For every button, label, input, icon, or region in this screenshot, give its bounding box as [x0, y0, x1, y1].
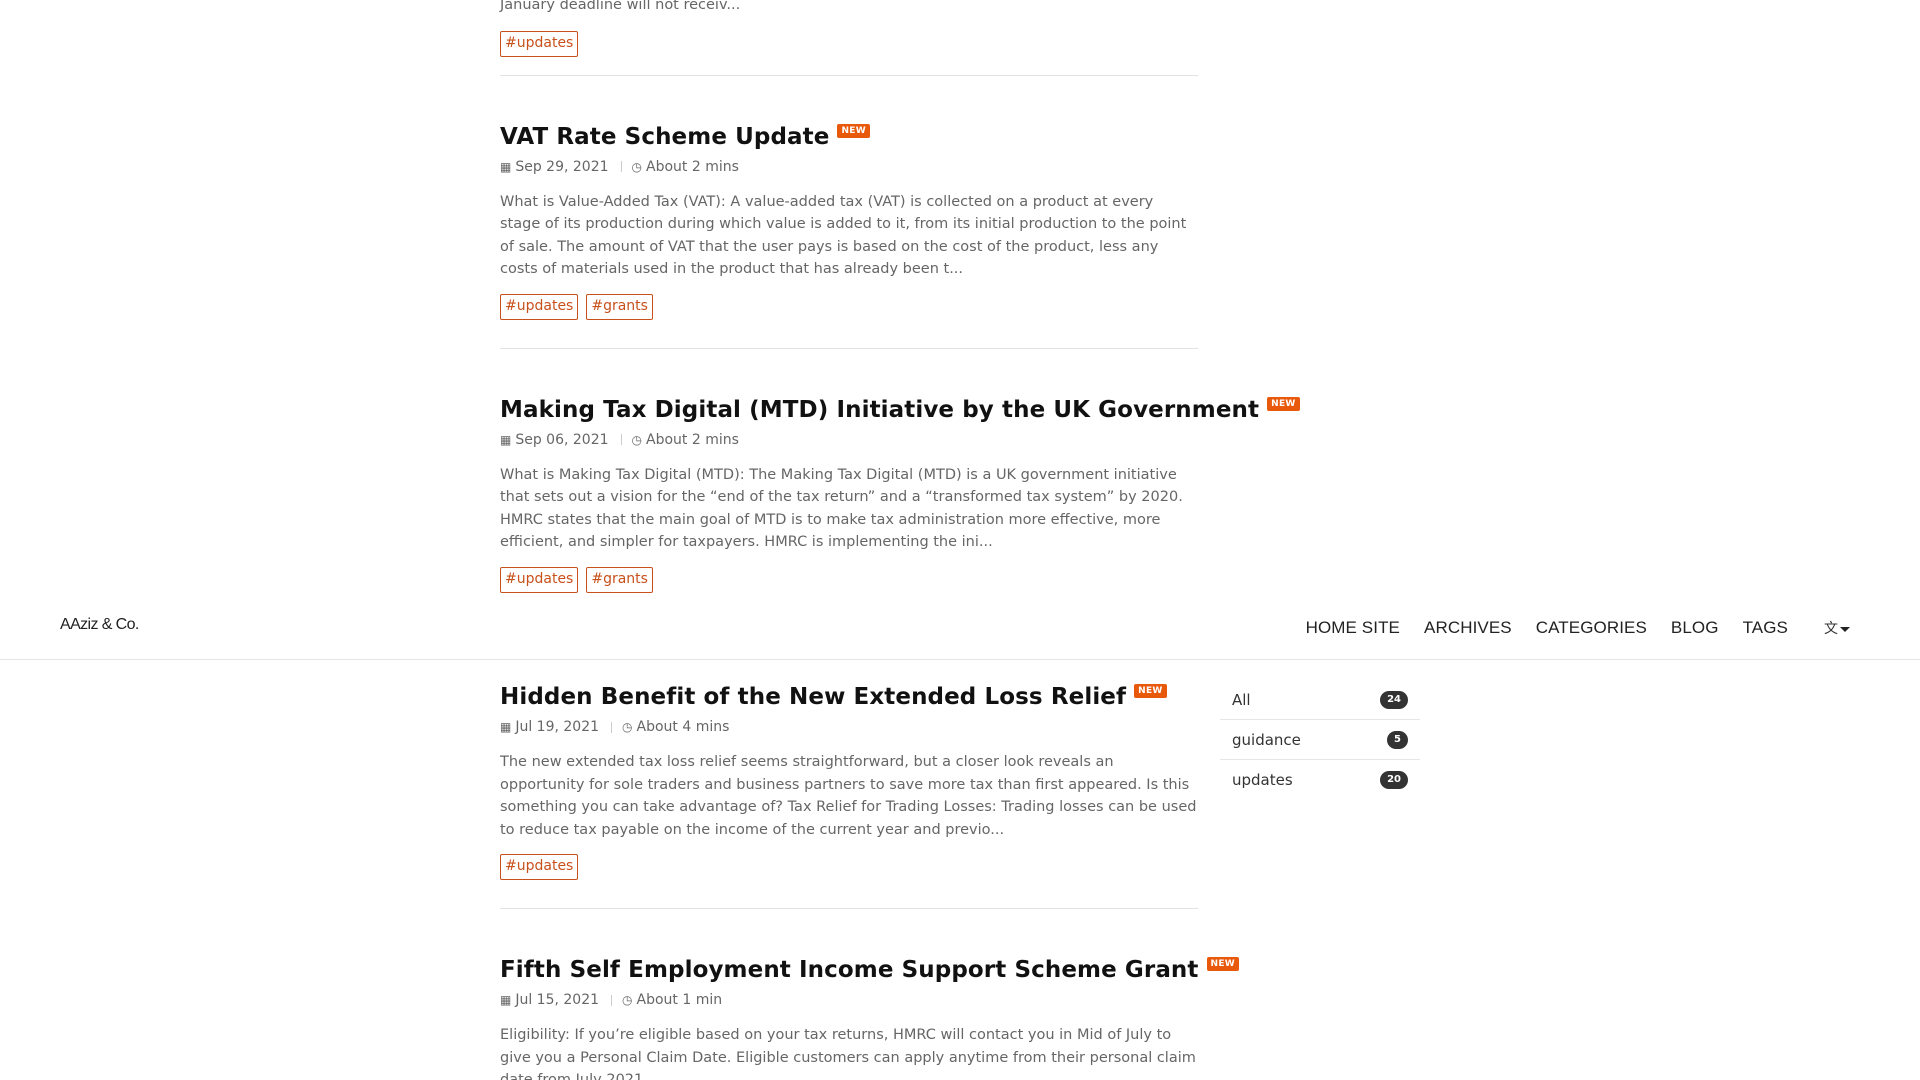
new-badge: NEW [1267, 396, 1300, 411]
category-sidebar: All 24 guidance 5 updates 20 [1220, 680, 1420, 800]
post-item: Making Tax Digital (MTD) Initiative by t… [500, 393, 1300, 593]
tag-updates[interactable]: #updates [500, 566, 579, 593]
post-summary: Eligibility: If you’re eligible based on… [500, 1027, 1196, 1080]
new-badge: NEW [837, 123, 870, 138]
nav-link-blog[interactable]: BLOG [1671, 618, 1719, 638]
clock-icon: ◷ [622, 993, 633, 1007]
post-date: Jul 19, 2021 [515, 719, 600, 735]
category-count-badge: 20 [1380, 771, 1408, 789]
category-count-badge: 24 [1380, 690, 1408, 709]
post-divider [500, 347, 1198, 349]
post-item: VAT Rate Scheme Update NEW ▦ Sep 29, 202… [500, 120, 1198, 349]
calendar-icon: ▦ [500, 159, 512, 174]
post-tags: #updates [500, 30, 1198, 57]
nav-link-home-site[interactable]: HOME SITE [1306, 618, 1400, 638]
clock-icon: ◷ [631, 432, 643, 447]
post-title-link[interactable]: VAT Rate Scheme Update [500, 120, 829, 154]
meta-separator [620, 161, 622, 172]
post-divider [500, 908, 1198, 909]
post-meta: ▦ Sep 06, 2021 ◷ About 2 mins [500, 430, 1198, 450]
post-date: Sep 29, 2021 [515, 158, 609, 175]
post-title-row: Hidden Benefit of the New Extended Loss … [500, 680, 1198, 714]
calendar-icon: ▦ [500, 720, 512, 734]
category-item-all[interactable]: All 24 [1220, 680, 1420, 720]
new-badge: NEW [1134, 684, 1167, 698]
post-meta: ▦ Jul 15, 2021 ◷ About 1 min [500, 990, 1198, 1010]
top-navbar: AAziz & Co. HOME SITE ARCHIVES CATEGORIE… [0, 596, 1920, 660]
post-title-link[interactable]: Hidden Benefit of the New Extended Loss … [500, 680, 1126, 714]
nav-links: HOME SITE ARCHIVES CATEGORIES BLOG TAGS … [1306, 596, 1920, 660]
post-title-link[interactable]: Making Tax Digital (MTD) Initiative by t… [500, 393, 1259, 427]
category-item-updates[interactable]: updates 20 [1220, 760, 1420, 800]
language-switcher[interactable]: 文 [1824, 618, 1850, 638]
calendar-icon: ▦ [500, 432, 512, 447]
tag-grants[interactable]: #grants [586, 566, 653, 593]
post-tags: #updates #grants [500, 293, 1198, 320]
calendar-icon: ▦ [500, 993, 512, 1007]
post-item: Fifth Self Employment Income Support Sch… [500, 953, 1240, 1080]
category-name: updates [1232, 771, 1293, 789]
nav-link-archives[interactable]: ARCHIVES [1424, 618, 1512, 638]
tag-updates[interactable]: #updates [500, 854, 579, 880]
post-read-time: About 1 min [636, 992, 723, 1008]
post-tags: #updates [500, 854, 1198, 880]
post-title-row: VAT Rate Scheme Update NEW [500, 120, 1198, 154]
post-summary: What is Value-Added Tax (VAT): A value-a… [500, 193, 1187, 278]
post-date: Jul 15, 2021 [515, 992, 600, 1008]
post-list-bottom: Hidden Benefit of the New Extended Loss … [500, 680, 1240, 1080]
post-meta: ▦ Sep 29, 2021 ◷ About 2 mins [500, 157, 1198, 177]
post-summary: What is Making Tax Digital (MTD): The Ma… [500, 466, 1183, 551]
post-divider [500, 74, 1198, 76]
nav-link-categories[interactable]: CATEGORIES [1536, 618, 1647, 638]
meta-separator [611, 721, 613, 733]
post-title-row: Fifth Self Employment Income Support Sch… [500, 953, 1240, 987]
post-tags: #updates #grants [500, 566, 1198, 593]
translate-icon: 文 [1824, 621, 1838, 637]
tag-updates[interactable]: #updates [500, 30, 579, 57]
post-read-time: About 2 mins [646, 158, 739, 175]
nav-link-tags[interactable]: TAGS [1743, 618, 1788, 638]
meta-separator [620, 434, 622, 445]
category-name: All [1232, 690, 1251, 709]
post-read-time: About 2 mins [646, 431, 739, 448]
clock-icon: ◷ [622, 720, 633, 734]
chevron-down-icon [1840, 626, 1850, 632]
category-name: guidance [1232, 730, 1301, 749]
post-title-row: Making Tax Digital (MTD) Initiative by t… [500, 393, 1300, 427]
tag-grants[interactable]: #grants [586, 293, 653, 320]
meta-separator [611, 994, 613, 1006]
post-item: Hidden Benefit of the New Extended Loss … [500, 680, 1198, 909]
top-post-list-section: January deadline will not receiv... #upd… [0, 0, 1920, 596]
tag-updates[interactable]: #updates [500, 293, 579, 320]
bottom-post-list-section: Hidden Benefit of the New Extended Loss … [0, 660, 1920, 1080]
post-read-time: About 4 mins [636, 719, 730, 735]
category-count-badge: 5 [1387, 730, 1408, 749]
clock-icon: ◷ [631, 159, 643, 174]
category-item-guidance[interactable]: guidance 5 [1220, 720, 1420, 760]
post-summary-partial: January deadline will not receiv... [500, 0, 741, 13]
post-date: Sep 06, 2021 [515, 431, 609, 448]
post-list-top: January deadline will not receiv... #upd… [500, 0, 1300, 593]
site-brand[interactable]: AAziz & Co. [60, 616, 139, 634]
new-badge: NEW [1206, 957, 1240, 971]
post-summary: The new extended tax loss relief seems s… [500, 754, 1197, 838]
post-title-link[interactable]: Fifth Self Employment Income Support Sch… [500, 953, 1199, 987]
post-meta: ▦ Jul 19, 2021 ◷ About 4 mins [500, 717, 1198, 737]
